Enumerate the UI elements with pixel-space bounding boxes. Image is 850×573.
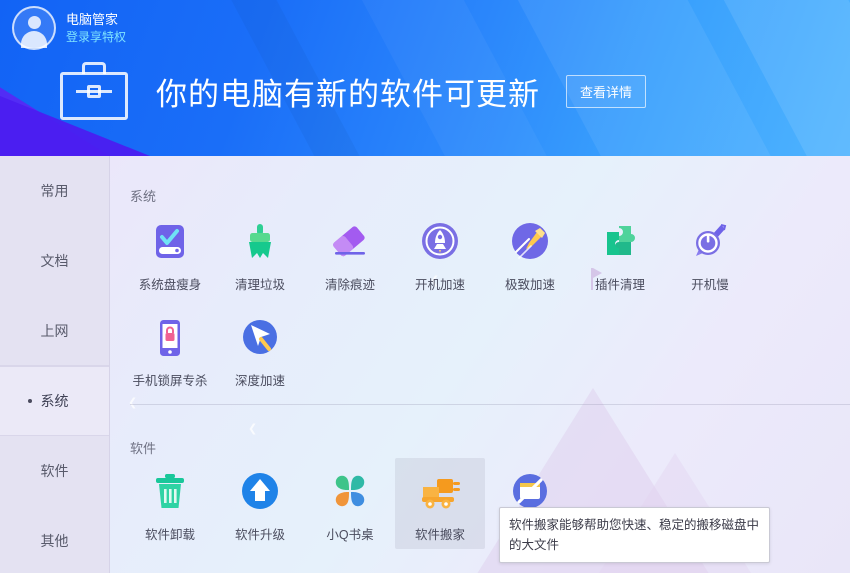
sidebar-item-label: 文档 (40, 253, 69, 269)
toolbox-icon (60, 62, 128, 120)
tool-label: 手机锁屏专杀 (132, 374, 208, 388)
tool-tile-clear-traces[interactable]: 清除痕迹 (305, 208, 395, 299)
section-title-system: 系统 (130, 189, 157, 204)
broom-icon (215, 216, 305, 268)
section-divider (130, 404, 850, 405)
upload-circle-icon (215, 466, 305, 518)
login-privilege-link[interactable]: 登录享特权 (66, 30, 126, 44)
tool-tile-plugin-clean[interactable]: 插件清理 (575, 208, 665, 299)
tool-tile-software-relocate[interactable]: 软件搬家 (395, 458, 485, 549)
tool-label: 开机慢 (691, 278, 729, 292)
puzzle-icon (575, 216, 665, 268)
sidebar-item-label: 系统 (40, 393, 69, 409)
tool-tile-software-upgrade[interactable]: 软件升级 (215, 458, 305, 549)
tool-tile-system-disk-slim[interactable]: 系统盘瘦身 (125, 208, 215, 299)
tool-label: 小Q书桌 (326, 528, 374, 542)
tool-label: 极致加速 (504, 278, 555, 292)
trash-icon (125, 466, 215, 518)
sidebar-item-xitong[interactable]: 系统 (0, 366, 109, 436)
bird-decoration-icon: ❮ (128, 397, 138, 409)
tool-tile-boot-speedup[interactable]: 开机加速 (395, 208, 485, 299)
tool-tile-phone-lockscreen-kill[interactable]: 手机锁屏专杀 (125, 304, 215, 395)
sidebar-item-label: 软件 (40, 463, 69, 479)
active-bullet-icon (28, 399, 32, 403)
user-avatar-icon[interactable] (12, 6, 56, 50)
tool-tile-clean-junk[interactable]: 清理垃圾 (215, 208, 305, 299)
cursor-circle-icon (215, 312, 305, 364)
tool-label: 软件升级 (234, 528, 285, 542)
tool-grid-system-row2: 手机锁屏专杀 深度加速 (125, 304, 305, 395)
eraser-icon (305, 216, 395, 268)
rocket-circle-icon (395, 216, 485, 268)
tool-label: 插件清理 (594, 278, 645, 292)
sidebar-item-label: 上网 (40, 323, 69, 339)
account-name: 电脑管家 (66, 12, 119, 27)
sidebar-item-ruanjian[interactable]: 软件 (0, 436, 109, 506)
tool-tile-deep-speedup[interactable]: 深度加速 (215, 304, 305, 395)
banner-message-row: 你的电脑有新的软件可更新 查看详情 (60, 62, 647, 120)
banner-headline: 你的电脑有新的软件可更新 (156, 76, 540, 112)
tool-label: 系统盘瘦身 (138, 278, 202, 292)
hard-disk-check-icon (125, 216, 215, 268)
sidebar-item-wendang[interactable]: 文档 (0, 226, 109, 296)
sidebar-item-label: 常用 (40, 183, 69, 199)
phone-lock-icon (125, 312, 215, 364)
sidebar: 常用 文档 上网 系统 软件 其他 (0, 156, 110, 573)
tool-label: 软件卸载 (144, 528, 195, 542)
sidebar-item-qita[interactable]: 其他 (0, 506, 109, 573)
sidebar-item-label: 其他 (40, 533, 69, 549)
tool-label: 开机加速 (414, 278, 465, 292)
account-block[interactable]: 电脑管家 登录享特权 (12, 6, 126, 50)
sidebar-item-shangwang[interactable]: 上网 (0, 296, 109, 366)
tool-label: 清除痕迹 (324, 278, 375, 292)
power-rocket-icon (665, 216, 755, 268)
tool-label: 深度加速 (234, 374, 285, 388)
top-banner: 电脑管家 登录享特权 你的电脑有新的软件可更新 查看详情 (0, 0, 850, 156)
sidebar-item-changyong[interactable]: 常用 (0, 156, 109, 226)
section-title-software: 软件 (130, 441, 157, 456)
tool-label: 软件搬家 (414, 528, 465, 542)
tool-grid-system-row1: 系统盘瘦身 清理垃圾 清除痕迹 开机加速 极致加速 插件清理 开机慢 (125, 208, 755, 299)
tool-tile-extreme-speedup[interactable]: 极致加速 (485, 208, 575, 299)
moving-truck-icon (395, 466, 485, 518)
tool-tile-slow-boot[interactable]: 开机慢 (665, 208, 755, 299)
tooltip-software-relocate: 软件搬家能够帮助您快速、稳定的搬移磁盘中的大文件 (499, 507, 770, 563)
comet-pen-icon (485, 216, 575, 268)
view-detail-button[interactable]: 查看详情 (566, 74, 647, 108)
tool-tile-software-uninstall[interactable]: 软件卸载 (125, 458, 215, 549)
bird-decoration-icon: ❮ (248, 423, 258, 435)
tool-tile-xiaoq-desktop[interactable]: 小Q书桌 (305, 458, 395, 549)
tool-label: 清理垃圾 (234, 278, 285, 292)
clover-icon (305, 466, 395, 518)
